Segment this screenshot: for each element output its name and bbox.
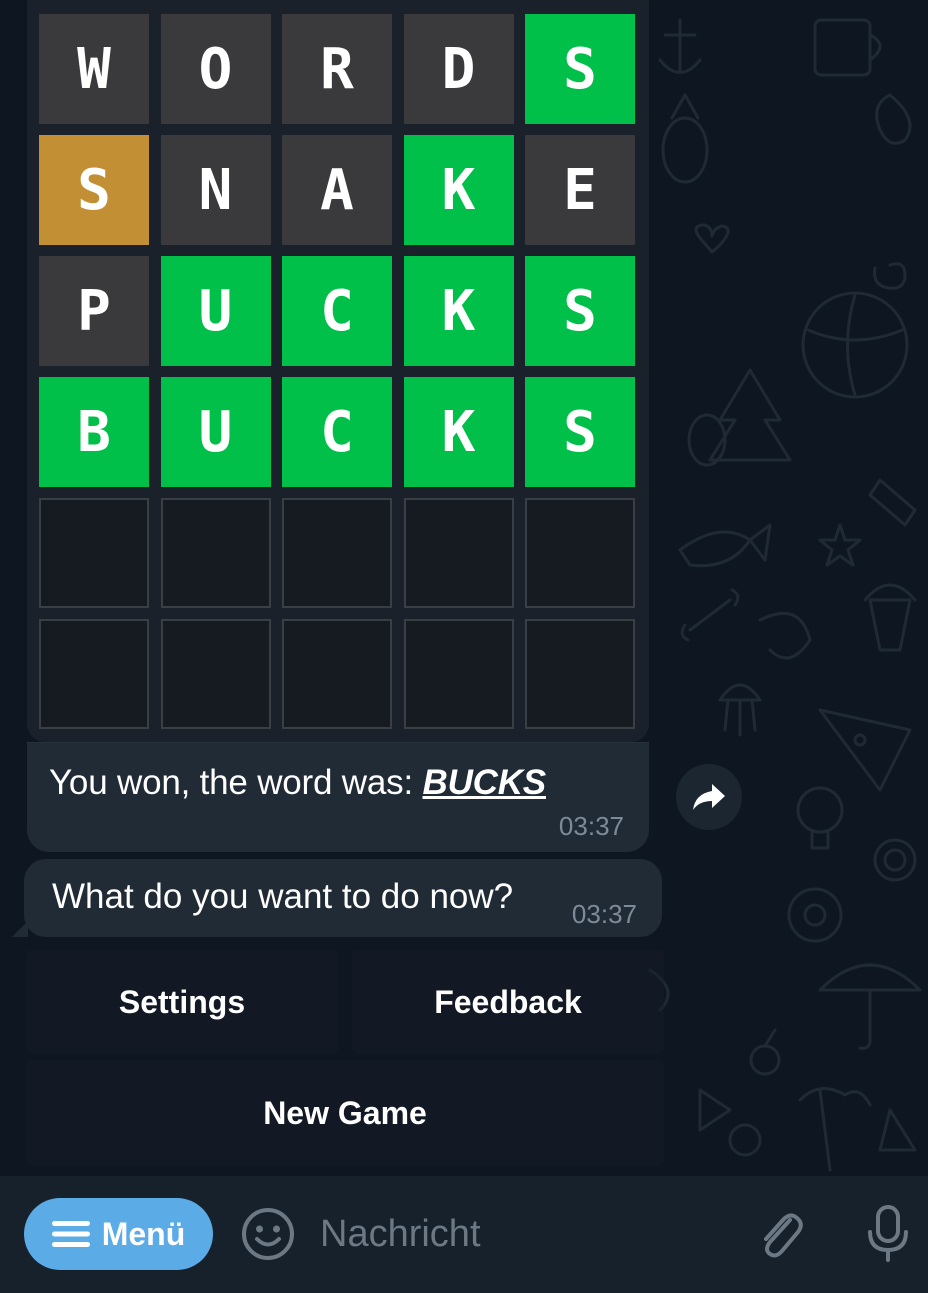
message-input-bar: Menü bbox=[0, 1176, 928, 1293]
feedback-button[interactable]: Feedback bbox=[352, 950, 664, 1054]
board-tile bbox=[282, 498, 392, 608]
bubble-tail bbox=[12, 921, 28, 937]
board-tile bbox=[282, 619, 392, 729]
board-tile: C bbox=[282, 377, 392, 487]
board-tile bbox=[39, 498, 149, 608]
board-tile: S bbox=[39, 135, 149, 245]
board-tile: K bbox=[403, 377, 514, 487]
voice-button[interactable] bbox=[862, 1204, 914, 1269]
forward-arrow-icon bbox=[693, 784, 725, 810]
message-prefix: You won, the word was: bbox=[49, 763, 423, 802]
emoji-button[interactable] bbox=[240, 1206, 296, 1267]
board-tile: K bbox=[403, 256, 514, 366]
board-tile: S bbox=[525, 377, 635, 487]
board-tile: B bbox=[39, 377, 149, 487]
board-tile bbox=[39, 619, 149, 729]
board-tile: S bbox=[525, 14, 635, 124]
board-tile bbox=[525, 619, 635, 729]
board-tile: D bbox=[403, 14, 514, 124]
message-text: You won, the word was: BUCKS bbox=[49, 763, 546, 803]
board-tile bbox=[160, 498, 271, 608]
board-tile: O bbox=[160, 14, 271, 124]
board-tile: U bbox=[160, 256, 271, 366]
message-bubble-prompt: What do you want to do now? 03:37 bbox=[12, 859, 662, 937]
message-input[interactable] bbox=[320, 1206, 720, 1262]
board-tile: U bbox=[160, 377, 271, 487]
new-game-button[interactable]: New Game bbox=[26, 1060, 664, 1166]
board-tile: N bbox=[160, 135, 271, 245]
board-tile: K bbox=[403, 135, 514, 245]
menu-button[interactable]: Menü bbox=[24, 1198, 213, 1270]
paperclip-icon bbox=[764, 1213, 803, 1258]
message-time: 03:37 bbox=[558, 811, 624, 841]
board-tile: E bbox=[525, 135, 635, 245]
message-time: 03:37 bbox=[571, 899, 637, 929]
board-tile: A bbox=[282, 135, 392, 245]
hamburger-icon bbox=[51, 1221, 90, 1247]
board-tile bbox=[403, 498, 514, 608]
wordle-board-image[interactable]: WORDSSNAKEPUCKSBUCKS bbox=[27, 0, 649, 742]
menu-label: Menü bbox=[101, 1215, 186, 1252]
spoiler-word[interactable]: BUCKS bbox=[423, 763, 547, 802]
board-tile bbox=[403, 619, 514, 729]
settings-button[interactable]: Settings bbox=[26, 950, 338, 1054]
forward-button[interactable] bbox=[676, 764, 742, 830]
board-tile: R bbox=[282, 14, 392, 124]
board-tile bbox=[160, 619, 271, 729]
message-text: What do you want to do now? bbox=[52, 877, 514, 916]
attach-button[interactable] bbox=[752, 1206, 808, 1267]
board-tile bbox=[525, 498, 635, 608]
board-tile: C bbox=[282, 256, 392, 366]
smiley-icon bbox=[242, 1208, 294, 1260]
board-tile: W bbox=[39, 14, 149, 124]
microphone-icon bbox=[868, 1205, 908, 1262]
board-tile: S bbox=[525, 256, 635, 366]
board-tile: P bbox=[39, 256, 149, 366]
message-bubble-result: You won, the word was: BUCKS 03:37 bbox=[27, 742, 649, 852]
